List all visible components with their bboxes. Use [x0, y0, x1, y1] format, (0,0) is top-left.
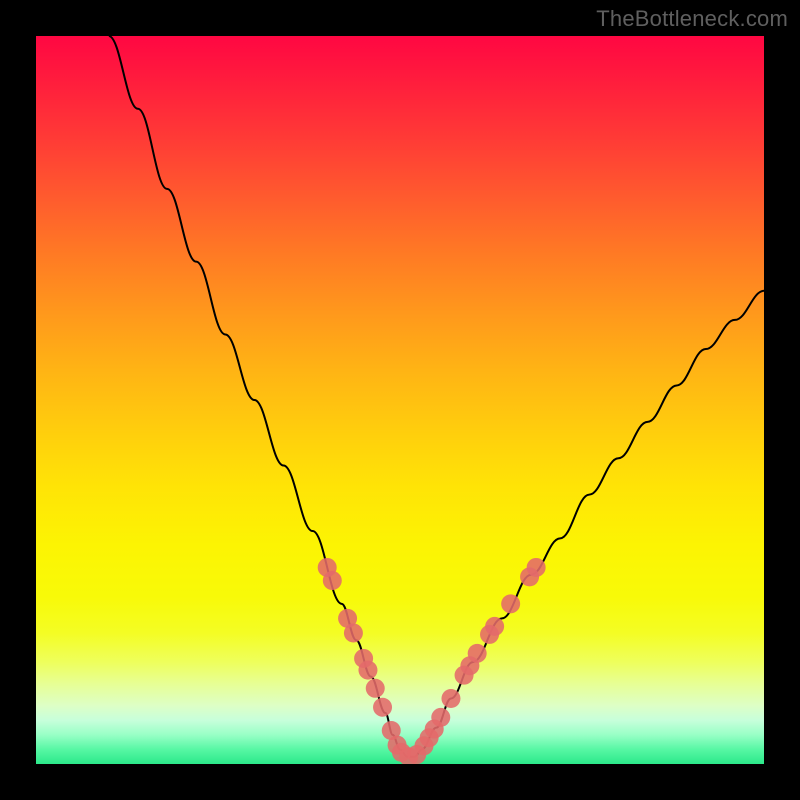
- plot-area: [36, 36, 764, 764]
- curve-markers: [318, 558, 546, 764]
- curve-marker: [468, 644, 487, 663]
- curve-marker: [344, 623, 363, 642]
- chart-stage: TheBottleneck.com: [0, 0, 800, 800]
- curve-marker: [373, 698, 392, 717]
- curve-marker: [366, 679, 385, 698]
- curve-marker: [431, 708, 450, 727]
- watermark-text: TheBottleneck.com: [596, 6, 788, 32]
- chart-svg: [36, 36, 764, 764]
- curve-marker: [527, 558, 546, 577]
- bottleneck-curve: [109, 36, 764, 757]
- curve-marker: [485, 617, 504, 636]
- curve-marker: [323, 571, 342, 590]
- curve-marker: [358, 661, 377, 680]
- curve-marker: [441, 689, 460, 708]
- curve-marker: [501, 594, 520, 613]
